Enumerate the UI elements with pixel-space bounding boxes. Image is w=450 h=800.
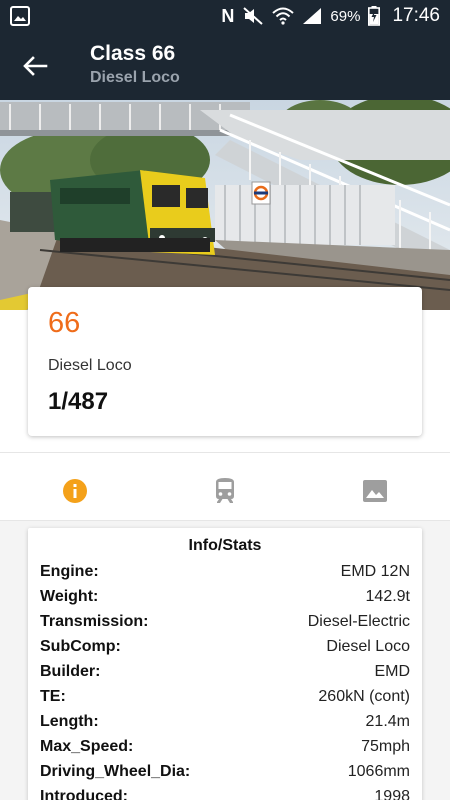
stat-key: Length:	[40, 712, 99, 730]
stat-key: Engine:	[40, 562, 99, 580]
divider	[0, 452, 450, 453]
summary-card: 66 Diesel Loco 1/487	[28, 287, 422, 436]
clock: 17:46	[392, 5, 440, 26]
page-subtitle: Diesel Loco	[90, 69, 180, 86]
stat-value: 1066mm	[347, 762, 410, 780]
stat-row-builder: Builder: EMD	[40, 659, 410, 684]
stat-key: Transmission:	[40, 612, 149, 630]
stat-value: 1998	[374, 787, 410, 800]
stat-key: Driving_Wheel_Dia:	[40, 762, 191, 780]
stat-row-transmission: Transmission: Diesel-Electric	[40, 609, 410, 634]
stat-row-max-speed: Max_Speed: 75mph	[40, 734, 410, 759]
battery-charging-icon	[368, 6, 381, 26]
stat-row-introduced: Introduced: 1998	[40, 784, 410, 800]
wifi-icon	[272, 7, 295, 25]
stat-value: EMD 12N	[340, 562, 410, 580]
app-bar: Class 66 Diesel Loco	[0, 32, 450, 100]
stat-row-engine: Engine: EMD 12N	[40, 559, 410, 584]
tab-bar	[0, 462, 450, 520]
stat-value: 21.4m	[365, 712, 410, 730]
stat-value: 75mph	[361, 737, 410, 755]
page-title: Class 66	[90, 42, 176, 65]
class-type: Diesel Loco	[48, 357, 132, 374]
stat-key: Weight:	[40, 587, 99, 605]
stat-row-te: TE: 260kN (cont)	[40, 684, 410, 709]
arrow-back-icon	[23, 56, 48, 76]
stat-value: EMD	[374, 662, 410, 680]
train-icon	[216, 478, 234, 503]
stat-row-weight: Weight: 142.9t	[40, 584, 410, 609]
gallery-notification-icon	[10, 6, 30, 26]
stat-value: Diesel Loco	[326, 637, 410, 655]
stat-value: 260kN (cont)	[318, 687, 410, 705]
stats-title: Info/Stats	[188, 537, 262, 554]
tab-info[interactable]	[0, 462, 150, 520]
stat-key: Builder:	[40, 662, 101, 680]
tab-train[interactable]	[150, 462, 300, 520]
stat-key: TE:	[40, 687, 66, 705]
stat-row-length: Length: 21.4m	[40, 709, 410, 734]
stat-value: Diesel-Electric	[307, 612, 410, 630]
stat-key: Max_Speed:	[40, 737, 134, 755]
nfc-icon: N	[221, 5, 235, 26]
divider	[0, 520, 450, 521]
info-icon	[63, 479, 87, 503]
stat-row-subcomp: SubComp: Diesel Loco	[40, 634, 410, 659]
tab-gallery[interactable]	[300, 462, 450, 520]
battery-percent: 69%	[330, 7, 361, 25]
class-number: 66	[48, 307, 81, 339]
stat-row-driving-wheel-dia: Driving_Wheel_Dia: 1066mm	[40, 759, 410, 784]
mute-icon	[243, 7, 264, 25]
stat-value: 142.9t	[365, 587, 410, 605]
stat-key: Introduced:	[40, 787, 128, 800]
signal-icon	[303, 8, 322, 24]
class-count: 1/487	[48, 388, 109, 415]
stat-key: SubComp:	[40, 637, 121, 655]
back-button[interactable]	[18, 50, 52, 82]
stats-card: Info/Stats Engine: EMD 12N Weight: 142.9…	[28, 528, 422, 800]
stats-list: Engine: EMD 12N Weight: 142.9t Transmiss…	[40, 559, 410, 800]
image-icon	[363, 480, 387, 502]
status-bar: N 69% 17:46	[0, 0, 450, 32]
